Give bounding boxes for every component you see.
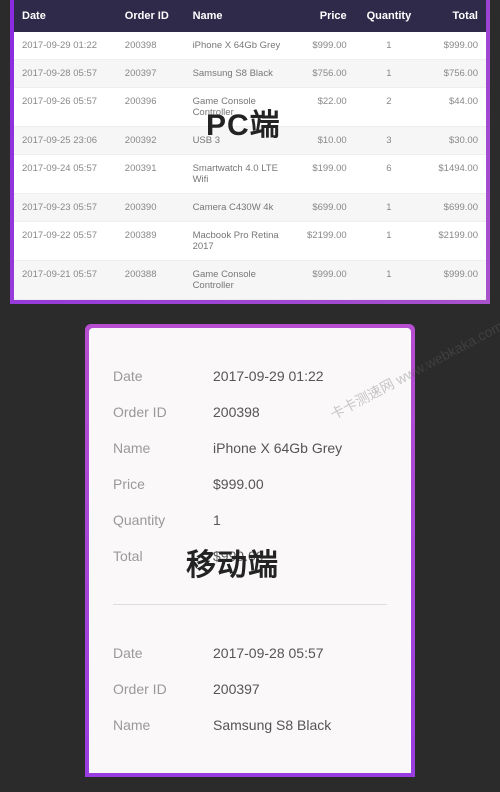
mobile-row-order_id: Order ID200397	[113, 671, 387, 707]
cell-total: $756.00	[423, 60, 486, 88]
cell-date: 2017-09-22 05:57	[14, 222, 117, 261]
table-row[interactable]: 2017-09-25 23:06200392USB 3$10.003$30.00	[14, 127, 486, 155]
cell-total: $1494.00	[423, 155, 486, 194]
mobile-row-quantity: Quantity1	[113, 502, 387, 538]
cell-order-id: 200389	[117, 222, 185, 261]
cell-quantity: 3	[355, 127, 423, 155]
cell-order-id: 200392	[117, 127, 185, 155]
mobile-inner: Date2017-09-29 01:22Order ID200398NameiP…	[89, 328, 411, 773]
cell-quantity: 1	[355, 261, 423, 300]
mobile-row-order_id: Order ID200398	[113, 394, 387, 430]
cell-total: $999.00	[423, 261, 486, 300]
cell-quantity: 2	[355, 88, 423, 127]
cell-date: 2017-09-25 23:06	[14, 127, 117, 155]
col-order-id: Order ID	[117, 0, 185, 32]
mobile-value: 2017-09-29 01:22	[213, 368, 387, 384]
mobile-row-name: NameiPhone X 64Gb Grey	[113, 430, 387, 466]
cell-price: $999.00	[292, 261, 355, 300]
col-price: Price	[292, 0, 355, 32]
cell-order-id: 200391	[117, 155, 185, 194]
mobile-label: Name	[113, 440, 213, 456]
cell-name: Smartwatch 4.0 LTE Wifi	[185, 155, 292, 194]
col-name: Name	[185, 0, 292, 32]
cell-price: $999.00	[292, 32, 355, 60]
col-date: Date	[14, 0, 117, 32]
cell-name: Samsung S8 Black	[185, 60, 292, 88]
cell-name: Game Console Controller	[185, 88, 292, 127]
table-row[interactable]: 2017-09-29 01:22200398iPhone X 64Gb Grey…	[14, 32, 486, 60]
cell-price: $2199.00	[292, 222, 355, 261]
mobile-row-name: NameSamsung S8 Black	[113, 707, 387, 743]
mobile-value: 1	[213, 512, 387, 528]
cell-price: $10.00	[292, 127, 355, 155]
col-quantity: Quantity	[355, 0, 423, 32]
mobile-view-panel: Date2017-09-29 01:22Order ID200398NameiP…	[85, 324, 415, 777]
cell-date: 2017-09-21 05:57	[14, 261, 117, 300]
table-row[interactable]: 2017-09-23 05:57200390Camera C430W 4k$69…	[14, 194, 486, 222]
col-total: Total	[423, 0, 486, 32]
mobile-row-date: Date2017-09-28 05:57	[113, 635, 387, 671]
cell-quantity: 1	[355, 60, 423, 88]
cell-quantity: 1	[355, 222, 423, 261]
cell-quantity: 6	[355, 155, 423, 194]
cell-name: Camera C430W 4k	[185, 194, 292, 222]
cell-quantity: 1	[355, 32, 423, 60]
table-row[interactable]: 2017-09-24 05:57200391Smartwatch 4.0 LTE…	[14, 155, 486, 194]
table-header-row: Date Order ID Name Price Quantity Total	[14, 0, 486, 32]
cell-name: USB 3	[185, 127, 292, 155]
table-row[interactable]: 2017-09-28 05:57200397Samsung S8 Black$7…	[14, 60, 486, 88]
cell-order-id: 200397	[117, 60, 185, 88]
cell-total: $2199.00	[423, 222, 486, 261]
mobile-label: Name	[113, 717, 213, 733]
cell-total: $30.00	[423, 127, 486, 155]
mobile-value: $999.00	[213, 548, 387, 564]
cell-date: 2017-09-23 05:57	[14, 194, 117, 222]
mobile-row-date: Date2017-09-29 01:22	[113, 358, 387, 394]
pc-view-panel: Date Order ID Name Price Quantity Total …	[10, 0, 490, 304]
cell-total: $44.00	[423, 88, 486, 127]
mobile-value: 2017-09-28 05:57	[213, 645, 387, 661]
cell-total: $999.00	[423, 32, 486, 60]
mobile-label: Total	[113, 548, 213, 564]
mobile-row-price: Price$999.00	[113, 466, 387, 502]
table-row[interactable]: 2017-09-21 05:57200388Game Console Contr…	[14, 261, 486, 300]
mobile-label: Date	[113, 645, 213, 661]
cell-date: 2017-09-24 05:57	[14, 155, 117, 194]
mobile-row-total: Total$999.00	[113, 538, 387, 574]
cell-name: iPhone X 64Gb Grey	[185, 32, 292, 60]
cell-price: $756.00	[292, 60, 355, 88]
mobile-label: Date	[113, 368, 213, 384]
cell-order-id: 200398	[117, 32, 185, 60]
cell-price: $199.00	[292, 155, 355, 194]
table-row[interactable]: 2017-09-22 05:57200389Macbook Pro Retina…	[14, 222, 486, 261]
mobile-value: $999.00	[213, 476, 387, 492]
mobile-card[interactable]: Date2017-09-29 01:22Order ID200398NameiP…	[113, 358, 387, 605]
mobile-card[interactable]: Date2017-09-28 05:57Order ID200397NameSa…	[113, 635, 387, 773]
mobile-label: Quantity	[113, 512, 213, 528]
cell-order-id: 200388	[117, 261, 185, 300]
cell-total: $699.00	[423, 194, 486, 222]
cell-price: $699.00	[292, 194, 355, 222]
table-row[interactable]: 2017-09-26 05:57200396Game Console Contr…	[14, 88, 486, 127]
cell-date: 2017-09-28 05:57	[14, 60, 117, 88]
mobile-value: iPhone X 64Gb Grey	[213, 440, 387, 456]
cell-date: 2017-09-29 01:22	[14, 32, 117, 60]
cell-name: Game Console Controller	[185, 261, 292, 300]
cell-price: $22.00	[292, 88, 355, 127]
mobile-label: Price	[113, 476, 213, 492]
cell-date: 2017-09-26 05:57	[14, 88, 117, 127]
cell-order-id: 200390	[117, 194, 185, 222]
orders-table: Date Order ID Name Price Quantity Total …	[14, 0, 486, 300]
mobile-label: Order ID	[113, 404, 213, 420]
mobile-label: Order ID	[113, 681, 213, 697]
cell-order-id: 200396	[117, 88, 185, 127]
cell-name: Macbook Pro Retina 2017	[185, 222, 292, 261]
cell-quantity: 1	[355, 194, 423, 222]
mobile-value: 200398	[213, 404, 387, 420]
mobile-value: Samsung S8 Black	[213, 717, 387, 733]
mobile-value: 200397	[213, 681, 387, 697]
